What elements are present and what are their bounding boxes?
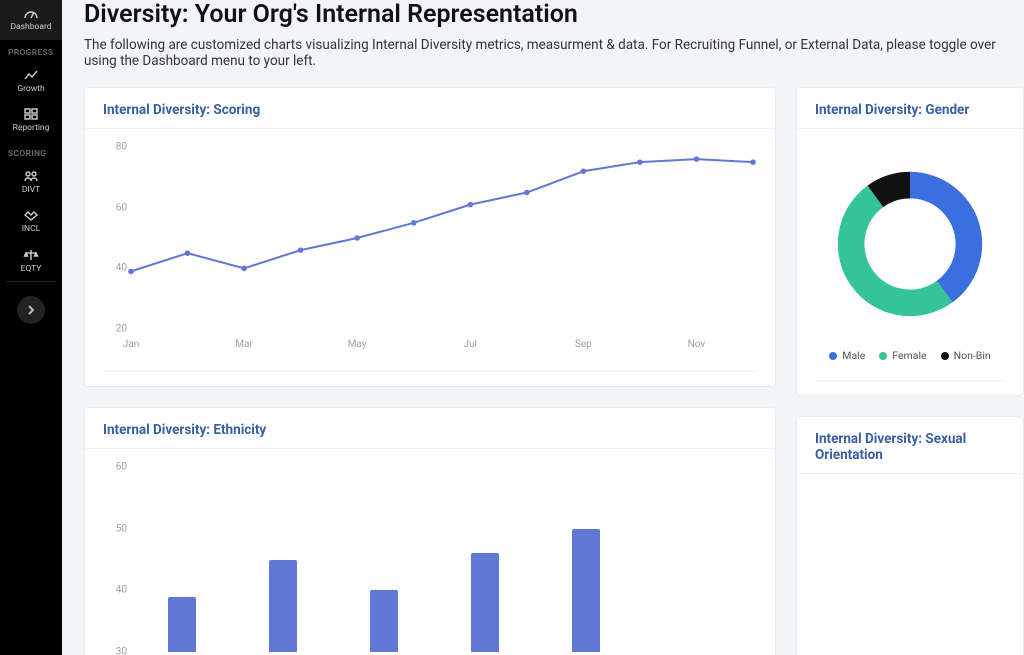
card-header: Internal Diversity: Sexual Orientation	[797, 417, 1023, 474]
people-icon	[23, 169, 39, 183]
main-content: Diversity: Your Org's Internal Represent…	[62, 0, 1024, 655]
scoring-line-chart[interactable]: 20406080 JanMarMayJulSepNov	[103, 143, 757, 353]
page-title: Diversity: Your Org's Internal Represent…	[84, 0, 1024, 29]
bar-column[interactable]	[450, 467, 520, 652]
sidebar-expand-button[interactable]	[17, 296, 45, 324]
bar-column[interactable]	[652, 467, 722, 652]
card-header: Internal Diversity: Scoring	[85, 88, 775, 129]
linechart-icon	[23, 68, 39, 82]
card-title: Internal Diversity: Gender	[815, 102, 1005, 118]
card-title: Internal Diversity: Scoring	[103, 102, 757, 118]
divider	[103, 371, 757, 372]
sidebar-section-heading: PROGRESS	[0, 40, 62, 62]
card-scoring: Internal Diversity: Scoring 20406080 Jan…	[84, 87, 776, 387]
legend-item[interactable]: Female	[879, 349, 926, 362]
sidebar-item-incl[interactable]: INCL	[0, 202, 62, 242]
sidebar-item-eqty[interactable]: EQTY	[0, 242, 62, 282]
divider	[6, 281, 56, 282]
divider	[815, 380, 1005, 381]
sidebar-item-label: Dashboard	[10, 23, 51, 32]
bar-column[interactable]	[551, 467, 621, 652]
chart-legend: Male Female Non-Bin	[829, 349, 990, 362]
grid-icon	[23, 107, 39, 121]
card-header: Internal Diversity: Ethnicity	[85, 408, 775, 449]
bar	[168, 597, 196, 653]
legend-item[interactable]: Male	[829, 349, 865, 362]
bar	[370, 590, 398, 652]
card-ethnicity: Internal Diversity: Ethnicity 30405060 B…	[84, 407, 776, 655]
page-subtitle: The following are customized charts visu…	[84, 37, 1024, 69]
bar	[471, 553, 499, 652]
ethnicity-bar-chart[interactable]: 30405060 BlackLatinxAAPIWhiteTwo or More…	[103, 463, 757, 655]
sidebar-item-dashboard[interactable]: Dashboard	[0, 0, 62, 40]
legend-swatch	[829, 352, 837, 360]
gender-donut-chart[interactable]: Male Female Non-Bin	[815, 143, 1005, 362]
chevron-right-icon	[26, 305, 36, 315]
sidebar: Dashboard PROGRESS Growth Reporting SCOR…	[0, 0, 62, 655]
bar	[269, 560, 297, 653]
legend-label: Female	[892, 349, 926, 362]
legend-swatch	[941, 352, 949, 360]
bar	[572, 529, 600, 652]
sidebar-item-label: INCL	[22, 225, 41, 234]
bar-column[interactable]	[248, 467, 318, 652]
sidebar-item-label: EQTY	[21, 265, 42, 274]
sidebar-item-label: Reporting	[13, 124, 50, 133]
legend-label: Male	[842, 349, 865, 362]
handshake-icon	[23, 208, 39, 222]
bar-column[interactable]	[147, 467, 217, 652]
card-title: Internal Diversity: Sexual Orientation	[815, 431, 1005, 463]
sidebar-item-label: DIVT	[22, 186, 40, 195]
sidebar-item-growth[interactable]: Growth	[0, 62, 62, 102]
bar-column[interactable]	[349, 467, 419, 652]
card-title: Internal Diversity: Ethnicity	[103, 422, 757, 438]
legend-label: Non-Bin	[954, 349, 991, 362]
sidebar-item-reporting[interactable]: Reporting	[0, 101, 62, 141]
sidebar-item-label: Growth	[17, 85, 44, 94]
card-orientation: Internal Diversity: Sexual Orientation	[796, 416, 1024, 655]
gauge-icon	[23, 6, 39, 20]
legend-item[interactable]: Non-Bin	[941, 349, 991, 362]
card-gender: Internal Diversity: Gender Male Female Non…	[796, 87, 1024, 396]
scales-icon	[23, 248, 39, 262]
sidebar-section-heading: SCORING	[0, 141, 62, 163]
card-header: Internal Diversity: Gender	[797, 88, 1023, 129]
sidebar-item-divt[interactable]: DIVT	[0, 163, 62, 203]
legend-swatch	[879, 352, 887, 360]
